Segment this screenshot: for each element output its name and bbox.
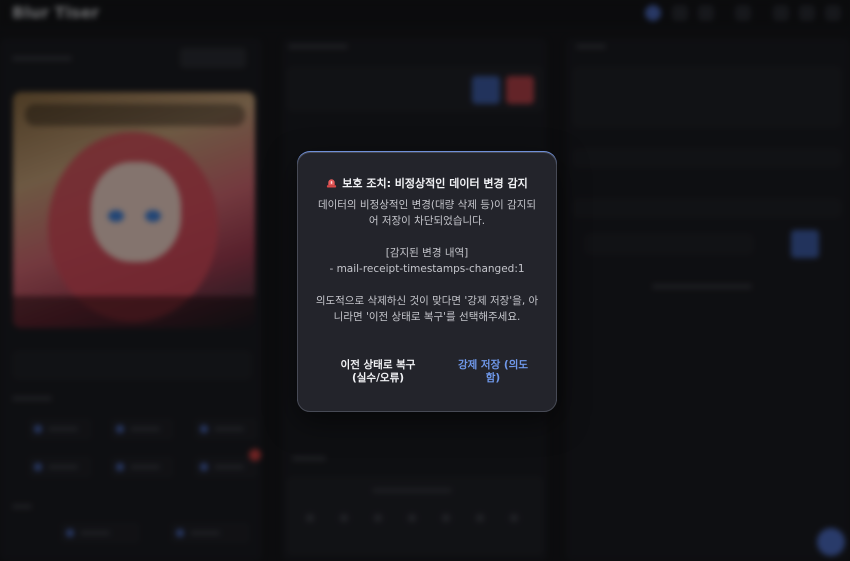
dialog-message: 데이터의 비정상적인 변경(대량 삭제 등)이 감지되	[317, 199, 537, 211]
dialog-prompt: 의도적으로 삭제하신 것이 맞다면 '강제 저장'을, 아	[315, 295, 539, 307]
dialog-message: 어 저장이 차단되었습니다.	[368, 215, 486, 227]
dialog-prompt: 니라면 '이전 상태로 복구'를 선택해주세요.	[333, 311, 521, 323]
dialog-title: 보호 조치: 비정상적인 데이터 변경 감지	[342, 177, 528, 190]
changes-header: [감지된 변경 내역]	[385, 247, 469, 259]
change-item: - mail-receipt-timestamps-changed:1	[329, 263, 525, 275]
force-save-button[interactable]: 강제 저장 (의도함)	[457, 359, 529, 385]
dialog-body: 데이터의 비정상적인 변경(대량 삭제 등)이 감지되 어 저장이 차단되었습니…	[312, 197, 542, 325]
restore-previous-state-button[interactable]: 이전 상태로 복구 (실수/오류)	[332, 359, 424, 385]
data-protection-dialog: 보호 조치: 비정상적인 데이터 변경 감지 데이터의 비정상적인 변경(대량 …	[297, 152, 557, 412]
dialog-title-row: 보호 조치: 비정상적인 데이터 변경 감지	[298, 175, 556, 191]
siren-icon	[327, 179, 337, 188]
